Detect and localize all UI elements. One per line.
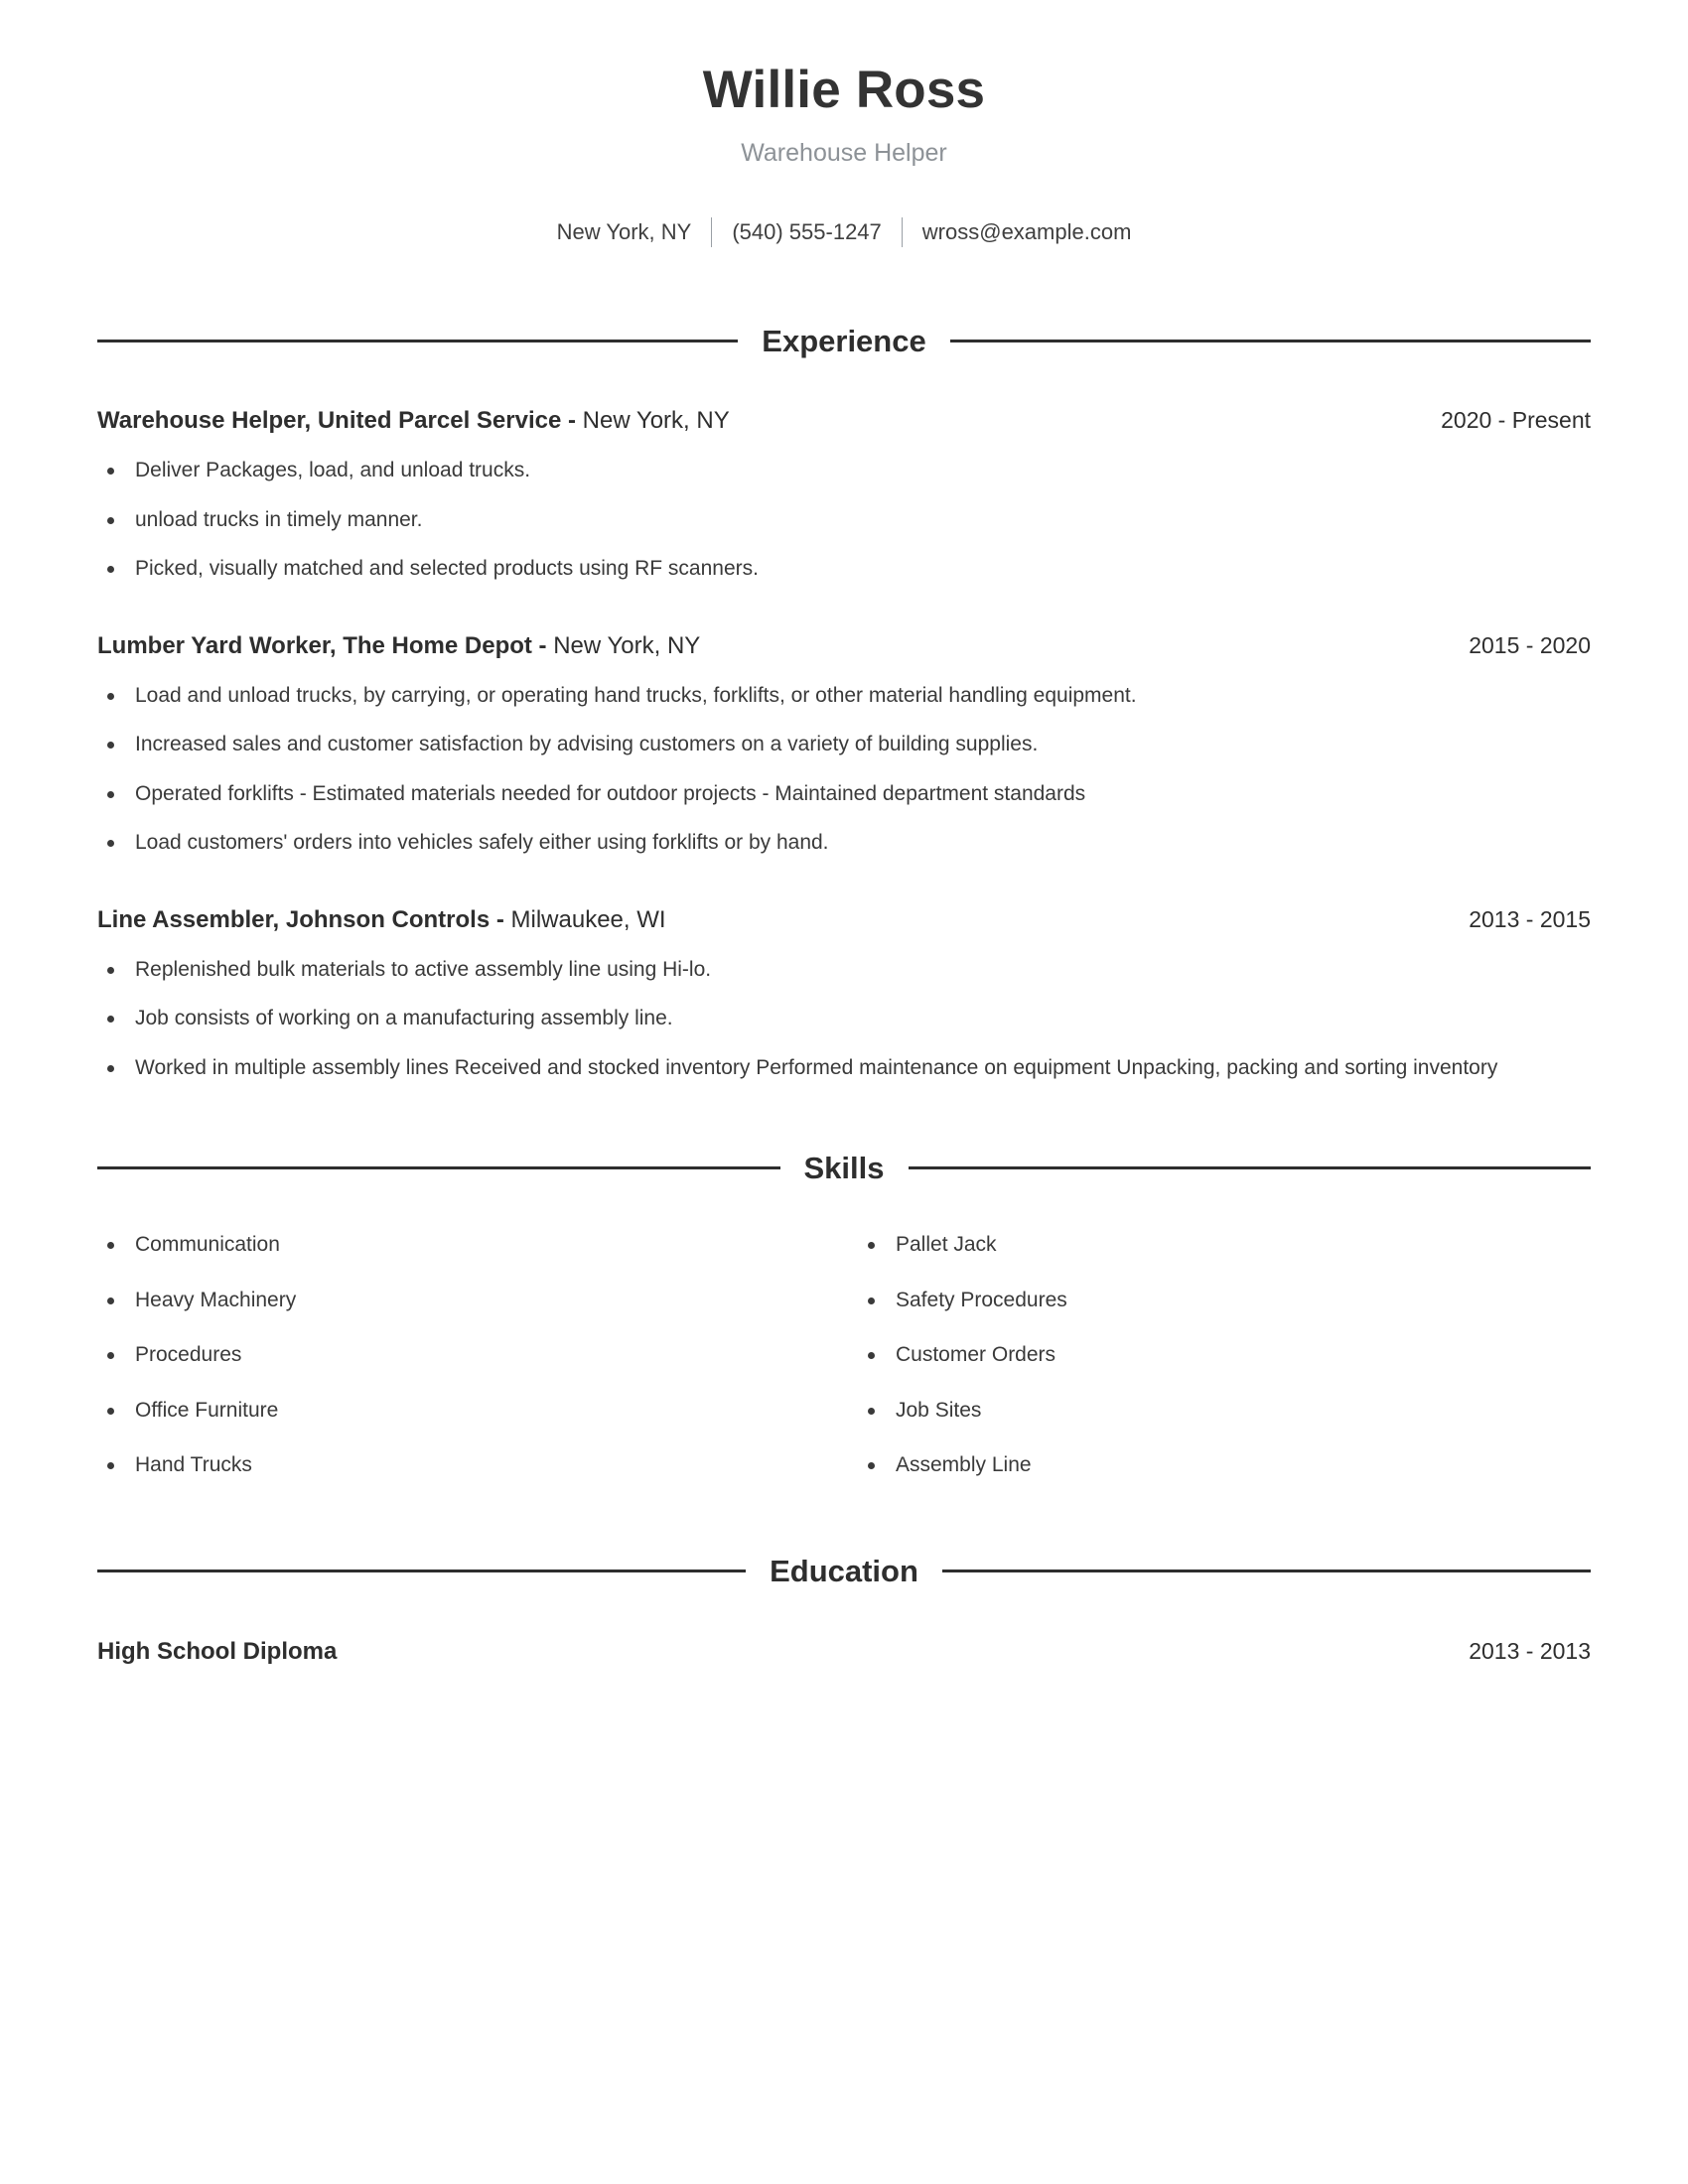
skill-item: Heavy Machinery [97,1286,844,1315]
section-rule-right [908,1166,1591,1170]
contact-email[interactable]: wross@example.com [921,219,1133,245]
experience-bullet: Load customers' orders into vehicles saf… [97,828,1591,858]
skills-columns: Communication Heavy Machinery Procedures Of… [97,1230,1591,1480]
experience-entry-header: Line Assembler, Johnson Controls - Milwa… [97,904,1591,935]
experience-entry-list: Warehouse Helper, United Parcel Service … [97,405,1591,1083]
section-header-skills: Skills [97,1153,1591,1183]
section-title-skills: Skills [803,1151,885,1186]
section-header-education: Education [97,1556,1591,1586]
experience-bullet: unload trucks in timely manner. [97,505,1591,535]
contact-phone[interactable]: (540) 555-1247 [731,219,882,245]
section-rule-left [97,1570,747,1573]
education-dates: 2013 - 2013 [1469,1638,1591,1665]
section-rule-left [97,1166,780,1170]
skill-item: Assembly Line [858,1450,1591,1480]
skill-item: Pallet Jack [858,1230,1591,1260]
experience-bullet: Operated forklifts - Estimated materials… [97,779,1591,809]
skill-item: Hand Trucks [97,1450,844,1480]
experience-entry-title: Lumber Yard Worker, The Home Depot - New… [97,630,700,661]
section-rule-right [949,340,1591,343]
experience-dates: 2020 - Present [1441,407,1591,434]
experience-bullet: Picked, visually matched and selected pr… [97,554,1591,584]
skill-item: Customer Orders [858,1340,1591,1370]
resume-header: Willie Ross Warehouse Helper New York, N… [97,0,1591,248]
experience-bullet: Worked in multiple assembly lines Receiv… [97,1053,1591,1083]
section-title-education: Education [770,1554,918,1589]
experience-bullet-list: Deliver Packages, load, and unload truck… [97,456,1591,584]
experience-entry-header: Warehouse Helper, United Parcel Service … [97,405,1591,436]
candidate-title: Warehouse Helper [741,139,947,168]
experience-entry-title: Warehouse Helper, United Parcel Service … [97,405,730,436]
experience-bullet: Deliver Packages, load, and unload truck… [97,456,1591,485]
experience-entry: Line Assembler, Johnson Controls - Milwa… [97,904,1591,1084]
experience-role-company: Lumber Yard Worker, The Home Depot - [97,631,554,659]
section-skills: Skills Communication Heavy Machinery Proce… [97,1153,1591,1480]
experience-bullet: Job consists of working on a manufacturi… [97,1004,1591,1033]
skills-column-right: Pallet Jack Safety Procedures Customer Ord… [844,1230,1591,1480]
experience-location: New York, NY [582,407,730,435]
section-title-experience: Experience [762,324,926,359]
skills-list-right: Pallet Jack Safety Procedures Customer Ord… [858,1230,1591,1480]
experience-location: Milwaukee, WI [510,905,666,933]
resume-page: Willie Ross Warehouse Helper New York, N… [0,0,1688,2184]
contact-separator-icon [901,217,903,248]
experience-bullet: Load and unload trucks, by carrying, or … [97,681,1591,711]
experience-entry: Lumber Yard Worker, The Home Depot - New… [97,630,1591,859]
section-header-experience: Experience [97,326,1591,356]
experience-bullet: Increased sales and customer satisfactio… [97,730,1591,759]
section-education: Education High School Diploma 2013 - 2013 [97,1556,1591,1667]
experience-bullet-list: Replenished bulk materials to active ass… [97,955,1591,1083]
skill-item: Job Sites [858,1396,1591,1426]
section-rule-left [97,340,739,343]
section-experience: Experience Warehouse Helper, United Parc… [97,326,1591,1083]
education-entry-list: High School Diploma 2013 - 2013 [97,1636,1591,1667]
contact-separator-icon [711,217,713,248]
skills-list-left: Communication Heavy Machinery Procedures Of… [97,1230,844,1480]
experience-entry-header: Lumber Yard Worker, The Home Depot - New… [97,630,1591,661]
skill-item: Communication [97,1230,844,1260]
skill-item: Safety Procedures [858,1286,1591,1315]
education-degree: High School Diploma [97,1638,338,1666]
experience-bullet-list: Load and unload trucks, by carrying, or … [97,681,1591,859]
experience-role-company: Warehouse Helper, United Parcel Service … [97,407,583,435]
experience-role-company: Line Assembler, Johnson Controls - [97,905,511,933]
experience-entry-title: Line Assembler, Johnson Controls - Milwa… [97,904,666,935]
contact-line: New York, NY (540) 555-1247 wross@exampl… [97,217,1591,248]
experience-bullet: Replenished bulk materials to active ass… [97,955,1591,985]
experience-dates: 2013 - 2015 [1469,905,1591,932]
experience-entry: Warehouse Helper, United Parcel Service … [97,405,1591,585]
skill-item: Office Furniture [97,1396,844,1426]
section-rule-right [941,1570,1591,1573]
skill-item: Procedures [97,1340,844,1370]
candidate-name: Willie Ross [702,61,986,119]
education-entry: High School Diploma 2013 - 2013 [97,1636,1591,1667]
experience-dates: 2015 - 2020 [1469,631,1591,658]
contact-location: New York, NY [556,219,692,245]
skills-column-left: Communication Heavy Machinery Procedures Of… [97,1230,844,1480]
experience-location: New York, NY [553,631,701,659]
